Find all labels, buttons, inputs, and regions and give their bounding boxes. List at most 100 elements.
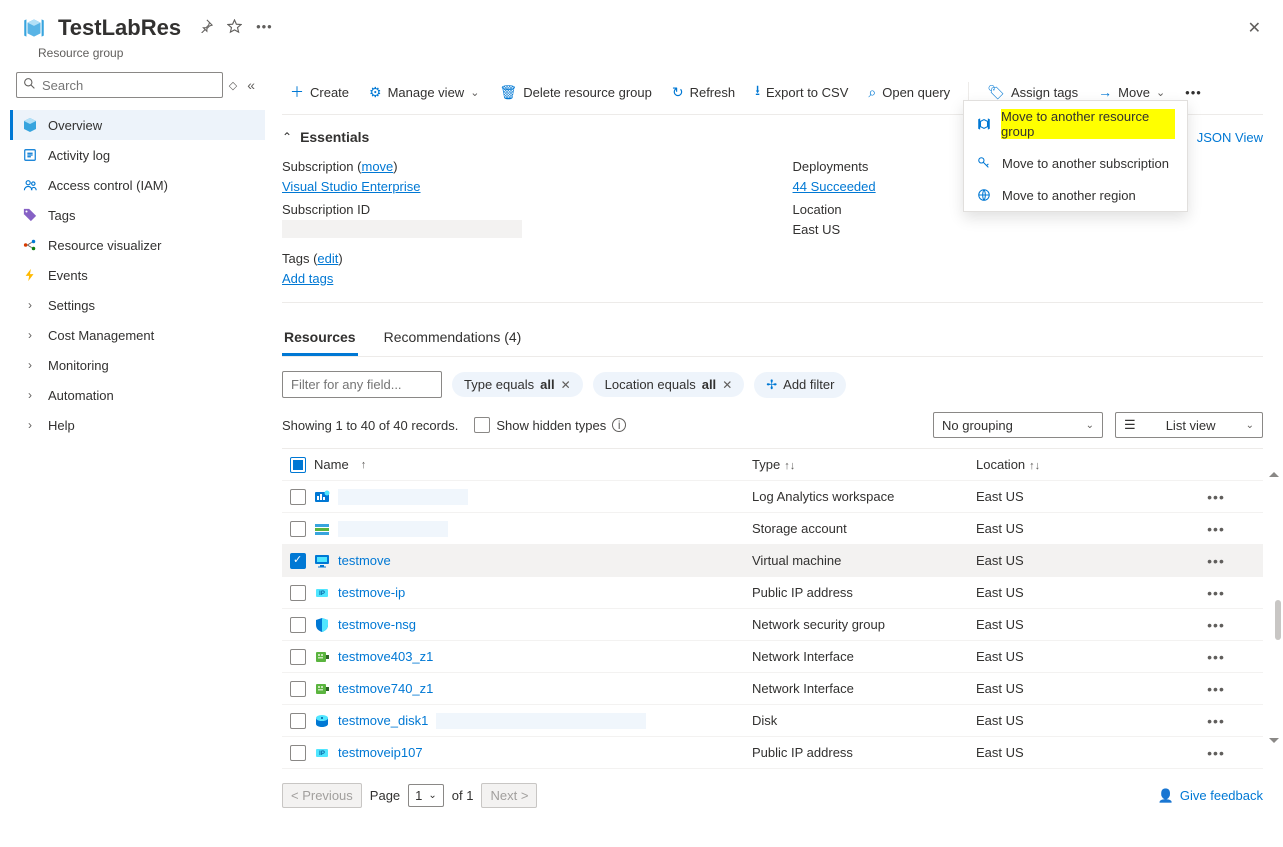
location-filter-pill[interactable]: Location equals all ✕ — [593, 372, 745, 397]
subscription-move-link[interactable]: move — [362, 159, 394, 174]
resource-name[interactable]: testmove-ip — [338, 585, 405, 600]
col-location-header[interactable]: Location↑↓ — [976, 457, 1196, 472]
nav-item-overview[interactable]: Overview — [10, 110, 265, 140]
table-row[interactable]: testmove-nsgNetwork security groupEast U… — [282, 609, 1263, 641]
delete-rg-button[interactable]: 🗑Delete resource group — [491, 80, 659, 105]
row-checkbox[interactable] — [290, 617, 306, 633]
manage-view-button[interactable]: ⚙Manage view⌄ — [361, 80, 487, 105]
open-query-button[interactable]: ⌕Open query — [860, 80, 958, 105]
move-to-region-item[interactable]: Move to another region — [964, 179, 1187, 211]
nav-item-events[interactable]: Events — [10, 260, 265, 290]
row-checkbox[interactable] — [290, 521, 306, 537]
collapse-nav-icon[interactable]: « — [243, 77, 259, 93]
row-more-icon[interactable]: ••• — [1196, 713, 1236, 729]
filters-row: Type equals all ✕ Location equals all ✕ … — [282, 371, 1263, 398]
row-more-icon[interactable]: ••• — [1196, 649, 1236, 665]
table-row[interactable]: Log Analytics workspaceEast US••• — [282, 481, 1263, 513]
view-select[interactable]: ☰ List view⌄ — [1115, 412, 1263, 438]
refresh-button[interactable]: ↻Refresh — [664, 80, 743, 105]
nav-item-tags[interactable]: Tags — [10, 200, 265, 230]
table-row[interactable]: testmove403_z1Network InterfaceEast US••… — [282, 641, 1263, 673]
tab-recommendations[interactable]: Recommendations (4) — [382, 321, 524, 356]
search-icon — [23, 77, 36, 93]
resource-name[interactable]: testmove_disk1 — [338, 713, 428, 728]
favorite-icon[interactable] — [227, 19, 242, 37]
move-to-subscription-item[interactable]: Move to another subscription — [964, 147, 1187, 179]
add-tags-link[interactable]: Add tags — [282, 271, 333, 286]
nav-item-monitoring[interactable]: ›Monitoring — [10, 350, 265, 380]
tab-resources[interactable]: Resources — [282, 321, 358, 356]
search-input[interactable] — [42, 78, 216, 93]
row-more-icon[interactable]: ••• — [1196, 489, 1236, 505]
table-header: Name↑ Type↑↓ Location↑↓ — [282, 449, 1263, 481]
row-more-icon[interactable]: ••• — [1196, 521, 1236, 537]
row-more-icon[interactable]: ••• — [1196, 585, 1236, 601]
table-row[interactable]: testmove740_z1Network InterfaceEast US••… — [282, 673, 1263, 705]
subscription-link[interactable]: Visual Studio Enterprise — [282, 179, 421, 194]
search-box[interactable] — [16, 72, 223, 98]
info-icon[interactable]: i — [612, 418, 626, 432]
table-row[interactable]: testmoveVirtual machineEast US••• — [282, 545, 1263, 577]
row-checkbox[interactable] — [290, 745, 306, 761]
next-page-button[interactable]: Next > — [481, 783, 537, 808]
blade-header: TestLabRes ••• — [0, 0, 1283, 50]
pin-icon[interactable] — [199, 19, 213, 37]
row-more-icon[interactable]: ••• — [1196, 681, 1236, 697]
search-clear-icon[interactable]: ◇ — [229, 79, 237, 92]
table-row[interactable]: IPtestmoveip107Public IP addressEast US•… — [282, 737, 1263, 769]
row-more-icon[interactable]: ••• — [1196, 745, 1236, 761]
type-filter-pill[interactable]: Type equals all ✕ — [452, 372, 583, 397]
resource-location: East US — [976, 489, 1196, 504]
resource-name[interactable]: testmoveip107 — [338, 745, 423, 760]
nav-item-access-control-iam-[interactable]: Access control (IAM) — [10, 170, 265, 200]
close-icon[interactable]: ✕ — [1248, 18, 1261, 38]
deployments-label: Deployments — [793, 159, 869, 174]
row-more-icon[interactable]: ••• — [1196, 553, 1236, 569]
page-select[interactable]: 1⌄ — [408, 784, 444, 807]
remove-location-filter-icon[interactable]: ✕ — [722, 378, 732, 392]
export-csv-button[interactable]: ⭳Export to CSV — [747, 76, 856, 108]
row-checkbox[interactable] — [290, 681, 306, 697]
nav-item-activity-log[interactable]: Activity log — [10, 140, 265, 170]
filter-input[interactable] — [282, 371, 442, 398]
col-type-header[interactable]: Type↑↓ — [752, 457, 976, 472]
scroll-up-icon[interactable] — [1269, 470, 1279, 480]
row-checkbox[interactable] — [290, 489, 306, 505]
table-row[interactable]: IPtestmove-ipPublic IP addressEast US••• — [282, 577, 1263, 609]
resource-name[interactable]: testmove-nsg — [338, 617, 416, 632]
nav-item-settings[interactable]: ›Settings — [10, 290, 265, 320]
prev-page-button[interactable]: < Previous — [282, 783, 362, 808]
show-hidden-checkbox[interactable]: Show hidden types i — [474, 417, 626, 433]
tags-edit-link[interactable]: edit — [317, 251, 338, 266]
create-button[interactable]: ＋Create — [282, 78, 357, 106]
resource-location: East US — [976, 521, 1196, 536]
chevron-icon: › — [22, 417, 38, 433]
row-checkbox[interactable] — [290, 649, 306, 665]
nav-item-cost-management[interactable]: ›Cost Management — [10, 320, 265, 350]
resource-name[interactable]: testmove403_z1 — [338, 649, 433, 664]
scrollbar-thumb[interactable] — [1275, 600, 1281, 640]
nav-item-resource-visualizer[interactable]: Resource visualizer — [10, 230, 265, 260]
resource-name[interactable]: testmove — [338, 553, 391, 568]
row-more-icon[interactable]: ••• — [1196, 617, 1236, 633]
more-icon[interactable]: ••• — [256, 19, 273, 37]
add-filter-button[interactable]: ✢ Add filter — [754, 372, 846, 398]
deployments-link[interactable]: 44 Succeeded — [793, 179, 876, 194]
row-checkbox[interactable] — [290, 585, 306, 601]
move-to-rg-item[interactable]: Move to another resource group — [964, 101, 1187, 147]
remove-type-filter-icon[interactable]: ✕ — [561, 378, 571, 392]
subscription-id-value[interactable] — [282, 220, 522, 238]
select-all-checkbox[interactable] — [290, 457, 306, 473]
nav-item-help[interactable]: ›Help — [10, 410, 265, 440]
json-view-link[interactable]: JSON View — [1197, 130, 1263, 145]
nav-item-automation[interactable]: ›Automation — [10, 380, 265, 410]
row-checkbox[interactable] — [290, 713, 306, 729]
table-row[interactable]: testmove_disk1DiskEast US••• — [282, 705, 1263, 737]
give-feedback-link[interactable]: 👤 Give feedback — [1158, 788, 1263, 804]
grouping-select[interactable]: No grouping⌄ — [933, 412, 1103, 438]
table-row[interactable]: Storage accountEast US••• — [282, 513, 1263, 545]
resource-name[interactable]: testmove740_z1 — [338, 681, 433, 696]
row-checkbox[interactable] — [290, 553, 306, 569]
scroll-down-icon[interactable] — [1269, 735, 1279, 745]
col-name-header[interactable]: Name↑ — [314, 457, 752, 472]
